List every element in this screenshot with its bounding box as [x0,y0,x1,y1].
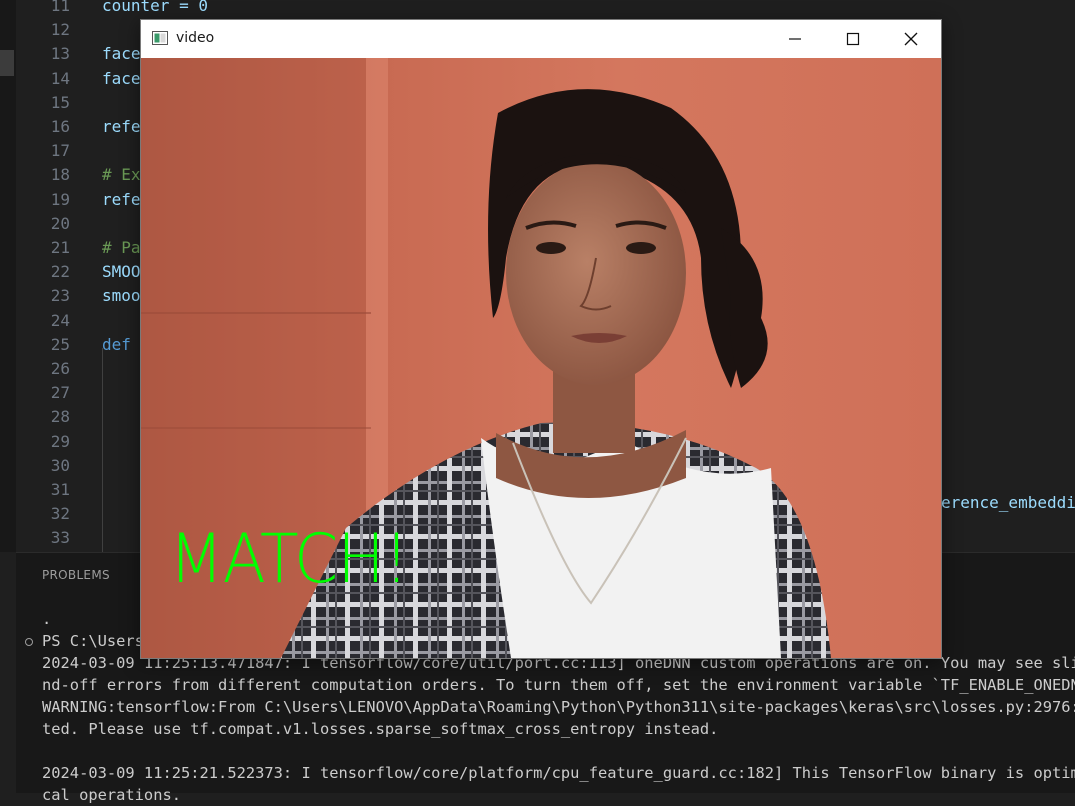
line-number: 15 [50,92,70,112]
indent-guide [102,348,103,552]
close-icon [904,32,918,46]
close-button[interactable] [882,20,940,58]
terminal-line: 2024-03-09 11:25:21.522373: I tensorflow… [42,764,1075,782]
line-number: 13 [50,44,70,64]
code-line[interactable]: 11 counter = 0 [16,0,1075,18]
line-number: 17 [50,141,70,161]
line-number: 20 [50,213,70,233]
terminal-line: nd-off errors from different computation… [42,676,1075,694]
line-code: face [102,68,141,88]
match-overlay-text: MATCH! [169,520,409,599]
line-number: 30 [50,455,70,475]
line-number: 24 [50,310,70,330]
video-window[interactable]: video MATCH! [140,19,942,659]
terminal-line: cal operations. [42,786,181,804]
line-code: SMOO [102,262,141,282]
line-number: 26 [50,359,70,378]
line-number: 18 [50,165,70,185]
maximize-button[interactable] [824,20,882,58]
activity-bar-indicator [0,50,14,76]
minimize-button[interactable] [766,20,824,58]
terminal-prompt-decoration-icon [25,638,33,646]
code-overflow-text: erence_embeddi [941,493,1075,512]
line-number: 22 [50,262,70,282]
app-icon [152,31,168,45]
line-number: 21 [50,238,70,257]
window-title: video [176,30,215,46]
line-code: # Pa [102,238,141,257]
line-number: 25 [50,334,70,354]
line-number: 19 [50,189,70,209]
maximize-icon [846,32,860,46]
line-number: 16 [50,117,70,136]
terminal-line: WARNING:tensorflow:From C:\Users\LENOVO\… [42,698,1075,716]
activity-bar [0,0,16,552]
line-number: 11 [50,0,70,15]
line-number: 28 [50,407,70,427]
minimize-icon [789,38,801,40]
line-code: smoo [102,286,141,306]
terminal-line: ted. Please use tf.compat.v1.losses.spar… [42,720,719,738]
line-code: refe [102,117,141,136]
line-code: counter = 0 [102,0,208,15]
line-number: 32 [50,504,70,524]
line-code: face [102,44,141,64]
line-number: 33 [50,528,70,548]
line-number: 29 [50,431,70,451]
line-code: refe [102,189,141,209]
tab-problems[interactable]: PROBLEMS [42,568,110,582]
line-number: 12 [50,20,70,40]
line-number: 14 [50,68,70,88]
window-titlebar[interactable]: video [141,20,941,58]
line-number: 31 [50,480,70,499]
terminal-line: PS C:\Users [42,632,144,650]
line-code: def [102,334,131,354]
line-code: # Ex [102,165,141,185]
line-number: 23 [50,286,70,306]
line-number: 27 [50,383,70,403]
terminal-line: . [42,610,52,628]
